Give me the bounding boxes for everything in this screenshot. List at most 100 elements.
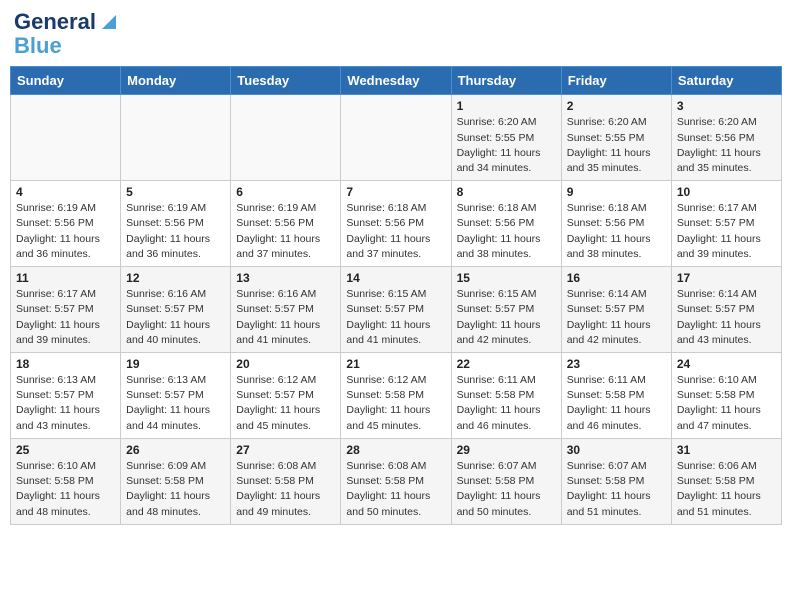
day-info: Sunrise: 6:19 AMSunset: 5:56 PMDaylight:… <box>236 201 335 262</box>
calendar-day-cell: 20Sunrise: 6:12 AMSunset: 5:57 PMDayligh… <box>231 353 341 439</box>
calendar-day-cell: 3 Sunrise: 6:20 AMSunset: 5:56 PMDaylight… <box>671 95 781 181</box>
day-info: Sunrise: 6:19 AMSunset: 5:56 PMDaylight:… <box>126 201 225 262</box>
day-info: Sunrise: 6:11 AMSunset: 5:58 PMDaylight:… <box>457 373 556 434</box>
day-number: 7 <box>346 185 445 199</box>
calendar-day-cell: 23Sunrise: 6:11 AMSunset: 5:58 PMDayligh… <box>561 353 671 439</box>
calendar-day-cell <box>121 95 231 181</box>
logo-text-blue: Blue <box>14 33 62 58</box>
day-number: 18 <box>16 357 115 371</box>
day-info: Sunrise: 6:11 AMSunset: 5:58 PMDaylight:… <box>567 373 666 434</box>
calendar-week-row: 11 Sunrise: 6:17 AMSunset: 5:57 PMDayligh… <box>11 267 782 353</box>
calendar-day-cell: 2 Sunrise: 6:20 AMSunset: 5:55 PMDaylight… <box>561 95 671 181</box>
calendar-day-cell: 4 Sunrise: 6:19 AMSunset: 5:56 PMDaylight… <box>11 181 121 267</box>
day-info: Sunrise: 6:20 AMSunset: 5:55 PMDaylight:… <box>457 115 556 176</box>
day-number: 10 <box>677 185 776 199</box>
calendar-day-cell <box>341 95 451 181</box>
calendar-day-cell: 14 Sunrise: 6:15 AMSunset: 5:57 PMDayligh… <box>341 267 451 353</box>
day-number: 20 <box>236 357 335 371</box>
day-info: Sunrise: 6:18 AMSunset: 5:56 PMDaylight:… <box>567 201 666 262</box>
day-number: 8 <box>457 185 556 199</box>
day-info: Sunrise: 6:13 AMSunset: 5:57 PMDaylight:… <box>126 373 225 434</box>
day-number: 2 <box>567 99 666 113</box>
day-info: Sunrise: 6:07 AMSunset: 5:58 PMDaylight:… <box>567 459 666 520</box>
day-number: 1 <box>457 99 556 113</box>
calendar-week-row: 1 Sunrise: 6:20 AMSunset: 5:55 PMDaylight… <box>11 95 782 181</box>
day-number: 24 <box>677 357 776 371</box>
calendar-day-cell: 1 Sunrise: 6:20 AMSunset: 5:55 PMDaylight… <box>451 95 561 181</box>
calendar-day-cell <box>231 95 341 181</box>
calendar-day-cell: 19 Sunrise: 6:13 AMSunset: 5:57 PMDayligh… <box>121 353 231 439</box>
day-number: 12 <box>126 271 225 285</box>
day-info: Sunrise: 6:10 AMSunset: 5:58 PMDaylight:… <box>677 373 776 434</box>
day-info: Sunrise: 6:08 AMSunset: 5:58 PMDaylight:… <box>236 459 335 520</box>
day-info: Sunrise: 6:15 AMSunset: 5:57 PMDaylight:… <box>346 287 445 348</box>
calendar-day-cell: 17 Sunrise: 6:14 AMSunset: 5:57 PMDayligh… <box>671 267 781 353</box>
day-info: Sunrise: 6:18 AMSunset: 5:56 PMDaylight:… <box>346 201 445 262</box>
day-info: Sunrise: 6:14 AMSunset: 5:57 PMDaylight:… <box>677 287 776 348</box>
calendar-day-header: Friday <box>561 67 671 95</box>
calendar-day-cell: 27Sunrise: 6:08 AMSunset: 5:58 PMDayligh… <box>231 438 341 524</box>
day-info: Sunrise: 6:20 AMSunset: 5:56 PMDaylight:… <box>677 115 776 176</box>
day-number: 30 <box>567 443 666 457</box>
day-info: Sunrise: 6:20 AMSunset: 5:55 PMDaylight:… <box>567 115 666 176</box>
calendar-day-cell: 9 Sunrise: 6:18 AMSunset: 5:56 PMDaylight… <box>561 181 671 267</box>
day-number: 22 <box>457 357 556 371</box>
calendar-week-row: 18 Sunrise: 6:13 AMSunset: 5:57 PMDayligh… <box>11 353 782 439</box>
day-info: Sunrise: 6:18 AMSunset: 5:56 PMDaylight:… <box>457 201 556 262</box>
calendar-day-cell: 29 Sunrise: 6:07 AMSunset: 5:58 PMDayligh… <box>451 438 561 524</box>
calendar-day-cell: 31Sunrise: 6:06 AMSunset: 5:58 PMDayligh… <box>671 438 781 524</box>
calendar-day-cell: 11 Sunrise: 6:17 AMSunset: 5:57 PMDayligh… <box>11 267 121 353</box>
calendar-day-header: Sunday <box>11 67 121 95</box>
day-number: 4 <box>16 185 115 199</box>
day-number: 28 <box>346 443 445 457</box>
day-number: 19 <box>126 357 225 371</box>
day-info: Sunrise: 6:09 AMSunset: 5:58 PMDaylight:… <box>126 459 225 520</box>
day-number: 3 <box>677 99 776 113</box>
calendar-day-cell: 5 Sunrise: 6:19 AMSunset: 5:56 PMDaylight… <box>121 181 231 267</box>
calendar-day-cell: 13Sunrise: 6:16 AMSunset: 5:57 PMDayligh… <box>231 267 341 353</box>
calendar-day-header: Thursday <box>451 67 561 95</box>
calendar-header-row: SundayMondayTuesdayWednesdayThursdayFrid… <box>11 67 782 95</box>
calendar-day-header: Monday <box>121 67 231 95</box>
calendar-day-cell <box>11 95 121 181</box>
calendar-day-cell: 10Sunrise: 6:17 AMSunset: 5:57 PMDayligh… <box>671 181 781 267</box>
day-info: Sunrise: 6:08 AMSunset: 5:58 PMDaylight:… <box>346 459 445 520</box>
day-number: 13 <box>236 271 335 285</box>
calendar-day-cell: 18 Sunrise: 6:13 AMSunset: 5:57 PMDayligh… <box>11 353 121 439</box>
calendar-day-cell: 8 Sunrise: 6:18 AMSunset: 5:56 PMDaylight… <box>451 181 561 267</box>
day-number: 11 <box>16 271 115 285</box>
calendar-day-header: Tuesday <box>231 67 341 95</box>
day-info: Sunrise: 6:19 AMSunset: 5:56 PMDaylight:… <box>16 201 115 262</box>
calendar-day-cell: 12 Sunrise: 6:16 AMSunset: 5:57 PMDayligh… <box>121 267 231 353</box>
calendar-day-cell: 6Sunrise: 6:19 AMSunset: 5:56 PMDaylight… <box>231 181 341 267</box>
day-number: 21 <box>346 357 445 371</box>
calendar-day-cell: 26Sunrise: 6:09 AMSunset: 5:58 PMDayligh… <box>121 438 231 524</box>
calendar-day-cell: 30 Sunrise: 6:07 AMSunset: 5:58 PMDayligh… <box>561 438 671 524</box>
calendar-day-cell: 15 Sunrise: 6:15 AMSunset: 5:57 PMDayligh… <box>451 267 561 353</box>
calendar-day-cell: 24 Sunrise: 6:10 AMSunset: 5:58 PMDayligh… <box>671 353 781 439</box>
day-info: Sunrise: 6:15 AMSunset: 5:57 PMDaylight:… <box>457 287 556 348</box>
calendar-day-cell: 21 Sunrise: 6:12 AMSunset: 5:58 PMDayligh… <box>341 353 451 439</box>
day-number: 14 <box>346 271 445 285</box>
day-number: 5 <box>126 185 225 199</box>
day-info: Sunrise: 6:17 AMSunset: 5:57 PMDaylight:… <box>16 287 115 348</box>
day-info: Sunrise: 6:07 AMSunset: 5:58 PMDaylight:… <box>457 459 556 520</box>
day-number: 9 <box>567 185 666 199</box>
calendar-table: SundayMondayTuesdayWednesdayThursdayFrid… <box>10 66 782 524</box>
day-info: Sunrise: 6:14 AMSunset: 5:57 PMDaylight:… <box>567 287 666 348</box>
day-info: Sunrise: 6:13 AMSunset: 5:57 PMDaylight:… <box>16 373 115 434</box>
calendar-day-cell: 25Sunrise: 6:10 AMSunset: 5:58 PMDayligh… <box>11 438 121 524</box>
day-number: 16 <box>567 271 666 285</box>
calendar-day-header: Saturday <box>671 67 781 95</box>
calendar-week-row: 4 Sunrise: 6:19 AMSunset: 5:56 PMDaylight… <box>11 181 782 267</box>
day-number: 25 <box>16 443 115 457</box>
calendar-day-cell: 7 Sunrise: 6:18 AMSunset: 5:56 PMDaylight… <box>341 181 451 267</box>
page-header: General Blue <box>10 10 782 58</box>
day-number: 31 <box>677 443 776 457</box>
logo: General Blue <box>14 10 120 58</box>
day-info: Sunrise: 6:12 AMSunset: 5:58 PMDaylight:… <box>346 373 445 434</box>
day-number: 29 <box>457 443 556 457</box>
day-number: 15 <box>457 271 556 285</box>
day-number: 17 <box>677 271 776 285</box>
day-info: Sunrise: 6:16 AMSunset: 5:57 PMDaylight:… <box>126 287 225 348</box>
